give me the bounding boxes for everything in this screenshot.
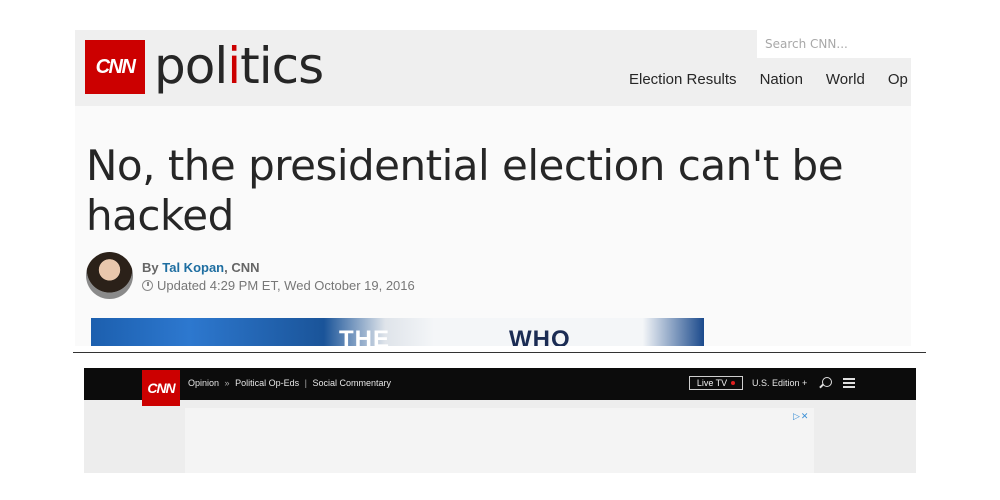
nav-item-opinion[interactable]: Op	[888, 71, 908, 88]
author-link[interactable]: Tal Kopan	[162, 260, 224, 275]
politics-article-screenshot: CNN politics Election Results Nation Wor…	[75, 30, 911, 346]
menu-icon[interactable]	[843, 378, 855, 388]
main-nav: Election Results Nation World Op	[629, 71, 911, 88]
article-headline: No, the presidential election can't be h…	[86, 141, 844, 240]
hero-image[interactable]: THE WHO	[91, 318, 704, 346]
clock-icon	[142, 280, 153, 291]
nav-item-election-results[interactable]: Election Results	[629, 71, 737, 88]
breadcrumb-opinion[interactable]: Opinion	[188, 378, 219, 388]
live-dot	[731, 381, 736, 385]
live-tv-button[interactable]: Live TV	[689, 376, 743, 390]
nav-item-world[interactable]: World	[826, 71, 865, 88]
cnn-logo[interactable]: CNN	[85, 40, 145, 94]
edition-selector[interactable]: U.S. Edition +	[752, 378, 807, 388]
nav-item-nation[interactable]: Nation	[760, 71, 803, 88]
byline: By Tal Kopan, CNN	[142, 260, 260, 275]
breadcrumb: Opinion » Political Op-Eds | Social Comm…	[188, 378, 392, 388]
search-icon[interactable]	[822, 377, 832, 387]
adchoices-icon[interactable]: ▷✕	[793, 412, 809, 422]
section-wordmark[interactable]: politics	[154, 33, 324, 99]
breadcrumb-political-op-eds[interactable]: Political Op-Eds	[235, 378, 299, 388]
top-bar: Opinion » Political Op-Eds | Social Comm…	[84, 368, 916, 400]
cnn-logo-small[interactable]: CNN	[142, 370, 180, 406]
search-input[interactable]	[757, 30, 911, 58]
opinion-page-screenshot: Opinion » Political Op-Eds | Social Comm…	[84, 368, 916, 473]
ad-placeholder	[185, 408, 814, 473]
screenshot-divider	[73, 352, 926, 353]
breadcrumb-social-commentary[interactable]: Social Commentary	[312, 378, 391, 388]
updated-timestamp: Updated 4:29 PM ET, Wed October 19, 2016	[142, 278, 415, 293]
author-avatar[interactable]	[86, 252, 133, 299]
site-header: CNN politics Election Results Nation Wor…	[75, 30, 911, 106]
